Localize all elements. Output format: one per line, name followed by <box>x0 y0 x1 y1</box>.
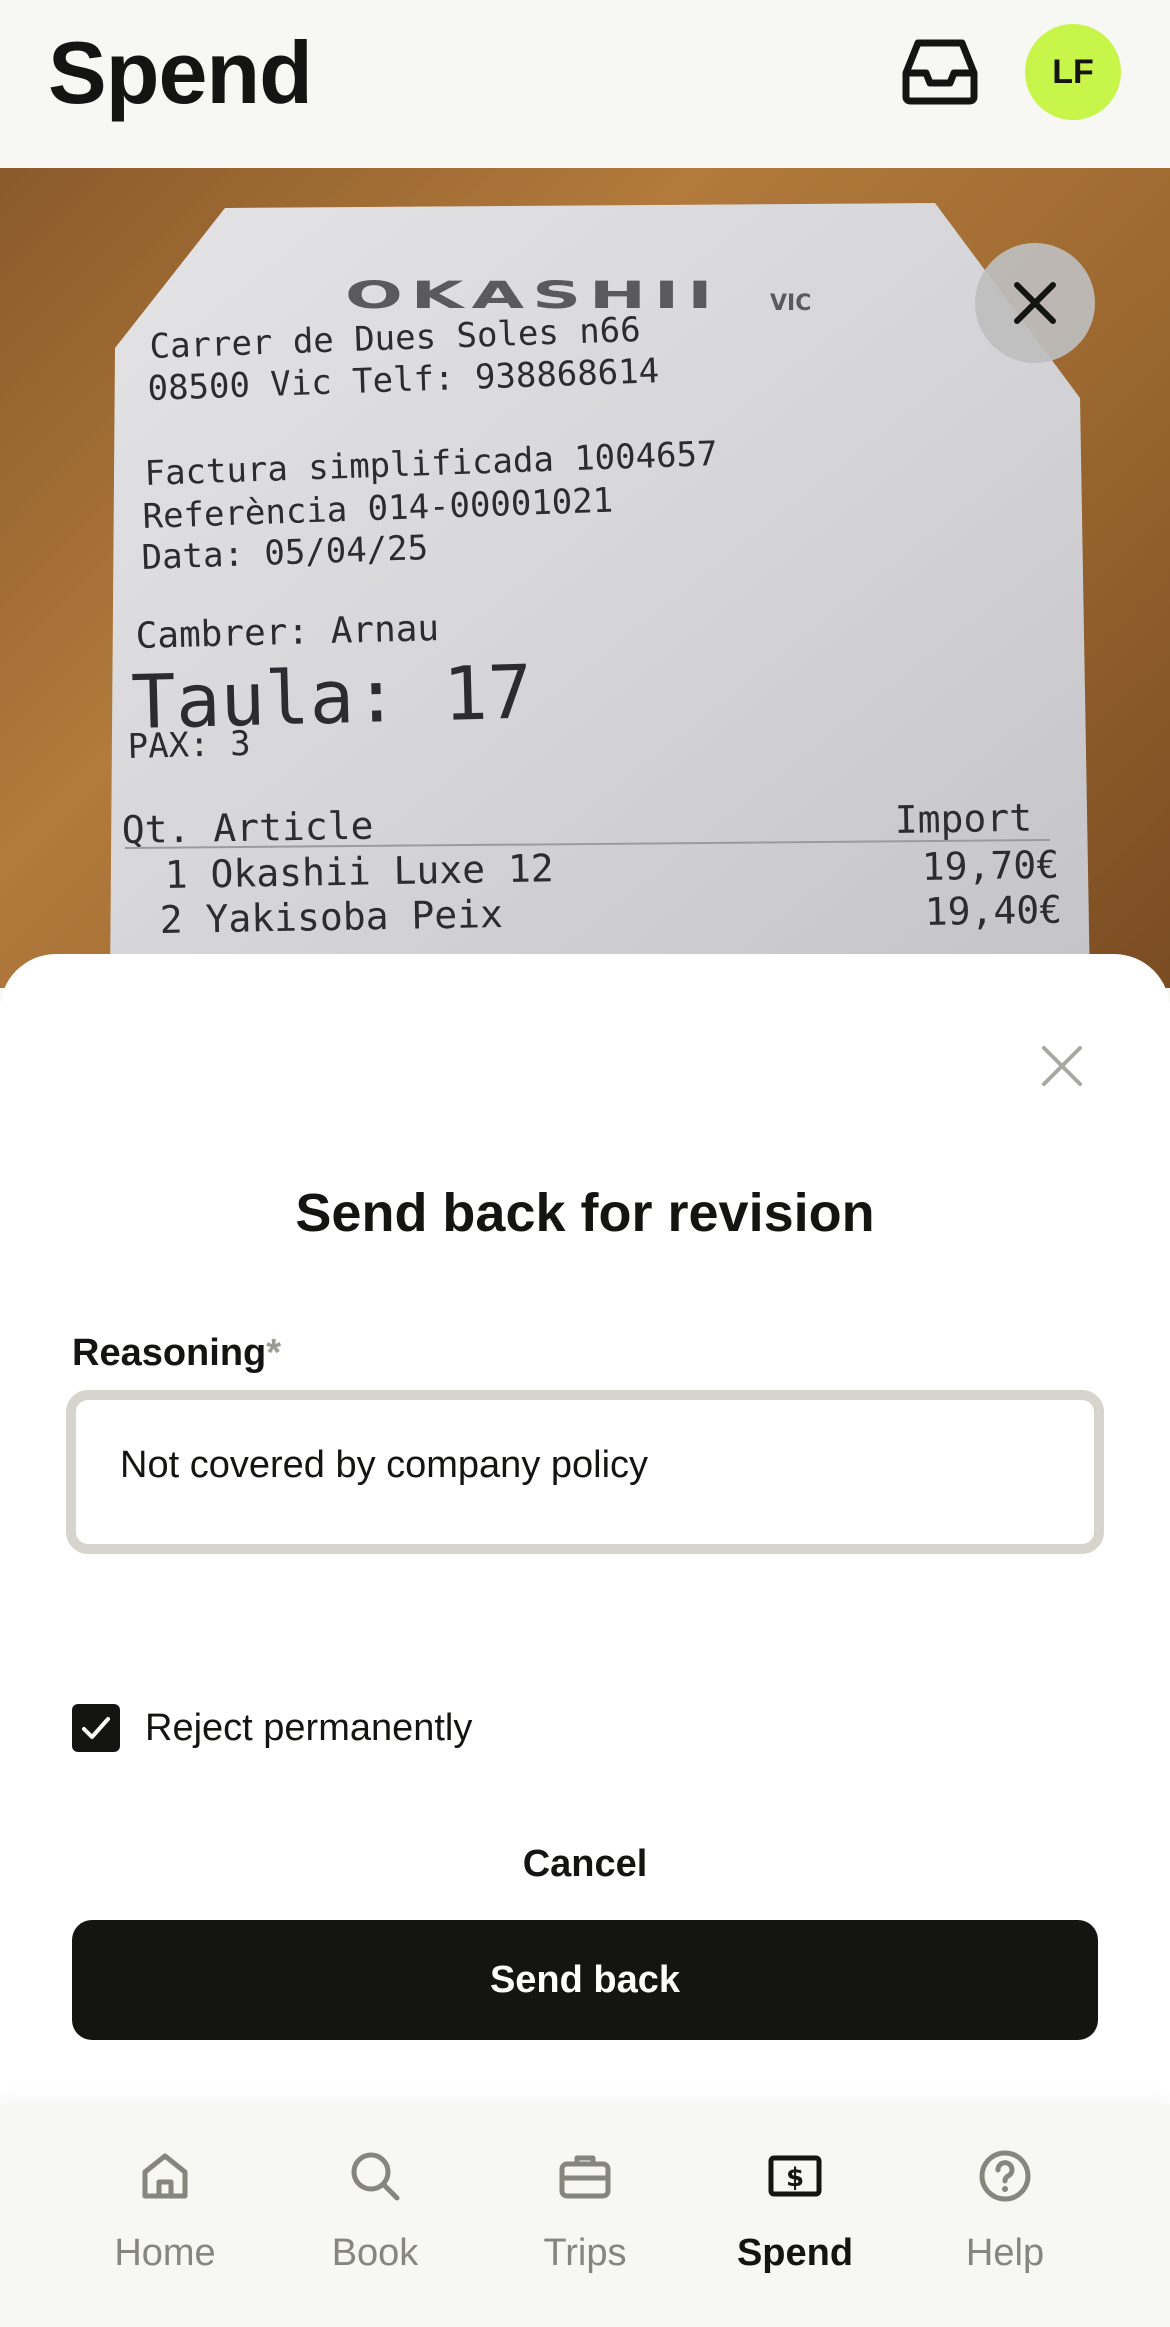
reasoning-input[interactable]: Not covered by company policy <box>76 1400 1094 1544</box>
nav-item-home[interactable]: Home <box>75 2146 255 2296</box>
receipt-line: Qt. Article <box>121 804 373 852</box>
help-icon <box>979 2150 1031 2202</box>
avatar[interactable]: LF <box>1025 24 1121 120</box>
sheet-close-button[interactable] <box>1030 1034 1094 1098</box>
close-icon <box>1042 1046 1082 1086</box>
receipt-line: 1 Okashii Luxe 12 <box>164 846 554 897</box>
nav-item-trips[interactable]: Trips <box>495 2146 675 2296</box>
home-icon <box>142 2153 188 2199</box>
briefcase-icon <box>559 2155 611 2199</box>
nav-label: Trips <box>543 2232 627 2274</box>
reasoning-label: Reasoning* <box>72 1332 281 1375</box>
inbox-icon <box>902 39 978 105</box>
nav-label: Spend <box>736 2232 854 2274</box>
receipt-line: Cambrer: Arnau <box>135 608 439 657</box>
receipt-line: Import <box>894 796 1032 842</box>
send-back-button[interactable]: Send back <box>72 1920 1098 2040</box>
bottom-nav: Home Book Trips $ Spend Help <box>0 2104 1170 2327</box>
receipt-brand-sub: VIC <box>770 291 811 316</box>
page-title: Spend <box>48 23 313 122</box>
nav-label: Home <box>114 2232 216 2274</box>
close-icon <box>1014 282 1056 324</box>
avatar-initials: LF <box>1052 52 1094 91</box>
close-photo-button[interactable] <box>975 243 1095 363</box>
cancel-button[interactable]: Cancel <box>420 1832 750 1896</box>
svg-text:$: $ <box>786 2163 804 2193</box>
app-header: Spend LF <box>0 0 1170 168</box>
receipt-brand: OKASHII <box>345 273 721 317</box>
dollar-card-icon: $ <box>768 2155 822 2197</box>
receipt-line: PAX: 3 <box>127 724 251 767</box>
nav-label: Help <box>965 2232 1045 2274</box>
reasoning-field-wrapper: Not covered by company policy <box>66 1390 1104 1554</box>
reject-permanently-label[interactable]: Reject permanently <box>145 1704 472 1752</box>
check-icon <box>82 1717 110 1739</box>
sheet-title: Send back for revision <box>295 1183 875 1243</box>
nav-item-spend[interactable]: $ Spend <box>705 2146 885 2296</box>
search-icon <box>351 2152 400 2201</box>
receipt-line: 19,70€ <box>921 843 1059 889</box>
reject-permanently-checkbox[interactable] <box>72 1704 120 1752</box>
revision-sheet: Send back for revision Reasoning* Not co… <box>0 954 1170 2104</box>
receipt-line: 19,40€ <box>924 888 1062 934</box>
nav-item-help[interactable]: Help <box>915 2146 1095 2296</box>
required-marker: * <box>266 1332 282 1374</box>
nav-label: Book <box>331 2232 419 2274</box>
reasoning-label-text: Reasoning <box>72 1332 267 1374</box>
inbox-button[interactable] <box>895 32 985 112</box>
receipt-line: 2 Yakisoba Peix <box>159 892 503 942</box>
nav-item-book[interactable]: Book <box>285 2146 465 2296</box>
